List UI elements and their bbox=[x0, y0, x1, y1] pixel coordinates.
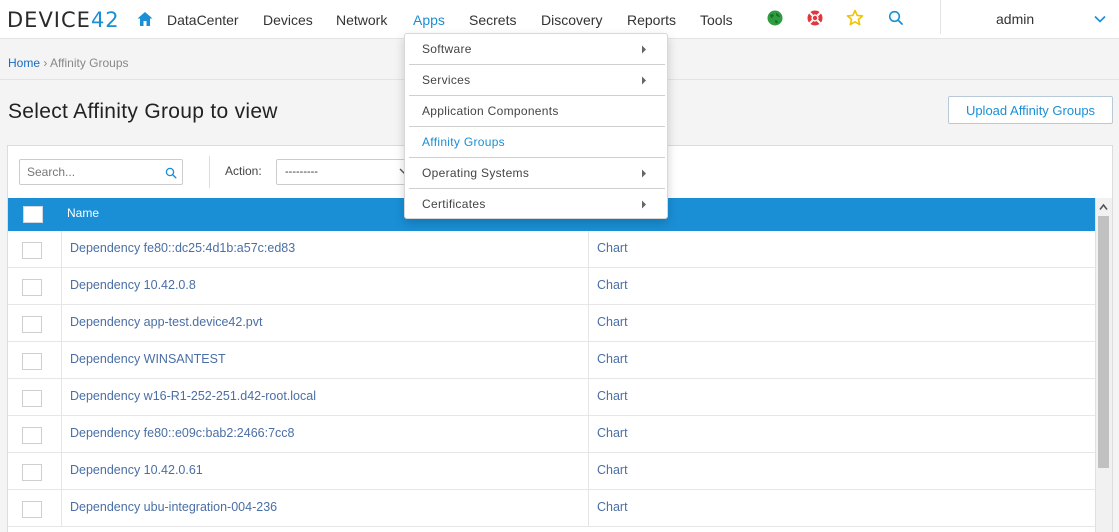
chart-link[interactable]: Chart bbox=[597, 500, 628, 514]
row-checkbox-cell bbox=[8, 379, 62, 416]
row-checkbox[interactable] bbox=[22, 279, 42, 296]
menu-item-operating-systems[interactable]: Operating Systems bbox=[409, 158, 665, 189]
column-divider bbox=[588, 342, 589, 379]
menu-item-label: Certificates bbox=[422, 197, 486, 211]
chart-link[interactable]: Chart bbox=[597, 278, 628, 292]
column-divider bbox=[588, 268, 589, 305]
nav-secrets[interactable]: Secrets bbox=[469, 12, 516, 28]
affinity-group-link[interactable]: Dependency fe80::dc25:4d1b:a57c:ed83 bbox=[70, 241, 295, 255]
nav-network[interactable]: Network bbox=[336, 12, 387, 28]
affinity-group-link[interactable]: Dependency ubu-integration-004-236 bbox=[70, 500, 277, 514]
search-input[interactable] bbox=[20, 160, 160, 184]
column-divider bbox=[588, 379, 589, 416]
row-checkbox[interactable] bbox=[22, 427, 42, 444]
table-row: Dependency 10.42.0.61 Chart bbox=[8, 453, 1095, 490]
submenu-arrow-icon bbox=[642, 200, 646, 209]
column-divider bbox=[588, 231, 589, 268]
search-field[interactable] bbox=[19, 159, 183, 185]
column-divider bbox=[588, 490, 589, 527]
row-checkbox[interactable] bbox=[22, 390, 42, 407]
nav-devices[interactable]: Devices bbox=[263, 12, 313, 28]
nav-discovery[interactable]: Discovery bbox=[541, 12, 602, 28]
breadcrumb-separator: › bbox=[43, 56, 48, 70]
affinity-group-link[interactable]: Dependency w16-R1-252-251.d42-root.local bbox=[70, 389, 316, 403]
column-divider bbox=[588, 305, 589, 342]
row-checkbox-cell bbox=[8, 268, 62, 305]
affinity-group-link[interactable]: Dependency WINSANTEST bbox=[70, 352, 226, 366]
table-row: Dependency w16-R1-252-251.d42-root.local… bbox=[8, 379, 1095, 416]
affinity-group-link[interactable]: Dependency 10.42.0.61 bbox=[70, 463, 203, 477]
globe-icon[interactable] bbox=[766, 9, 784, 27]
affinity-group-link[interactable]: Dependency 10.42.0.8 bbox=[70, 278, 196, 292]
scroll-up-arrow-icon[interactable] bbox=[1099, 203, 1108, 211]
row-checkbox-cell bbox=[8, 416, 62, 453]
affinity-group-link[interactable]: Dependency app-test.device42.pvt bbox=[70, 315, 263, 329]
action-label: Action: bbox=[225, 164, 262, 178]
menu-item-affinity-groups[interactable]: Affinity Groups bbox=[409, 127, 665, 158]
menu-item-label: Affinity Groups bbox=[422, 135, 505, 149]
select-all-checkbox[interactable] bbox=[23, 206, 43, 223]
table-row: Dependency fe80::e09c:bab2:2466:7cc8 Cha… bbox=[8, 416, 1095, 453]
nav-datacenter[interactable]: DataCenter bbox=[167, 12, 239, 28]
menu-item-label: Services bbox=[422, 73, 471, 87]
upload-affinity-groups-button[interactable]: Upload Affinity Groups bbox=[948, 96, 1113, 124]
affinity-group-link[interactable]: Dependency fe80::e09c:bab2:2466:7cc8 bbox=[70, 426, 294, 440]
table-row: Dependency app-test.device42.pvt Chart bbox=[8, 305, 1095, 342]
submenu-arrow-icon bbox=[642, 169, 646, 178]
row-checkbox[interactable] bbox=[22, 242, 42, 259]
submenu-arrow-icon bbox=[642, 76, 646, 85]
row-checkbox[interactable] bbox=[22, 353, 42, 370]
submenu-arrow-icon bbox=[642, 45, 646, 54]
toolbar-divider bbox=[209, 156, 210, 188]
chart-link[interactable]: Chart bbox=[597, 315, 628, 329]
lifebuoy-icon[interactable] bbox=[806, 9, 824, 27]
menu-item-application-components[interactable]: Application Components bbox=[409, 96, 665, 127]
row-checkbox-cell bbox=[8, 490, 62, 527]
table-row: Dependency 10.42.0.8 Chart bbox=[8, 268, 1095, 305]
scrollbar-thumb[interactable] bbox=[1098, 216, 1109, 468]
nav-tools[interactable]: Tools bbox=[700, 12, 733, 28]
user-menu[interactable]: admin bbox=[996, 11, 1034, 27]
nav-apps[interactable]: Apps bbox=[413, 12, 445, 28]
nav-reports[interactable]: Reports bbox=[627, 12, 676, 28]
home-icon[interactable] bbox=[136, 10, 154, 28]
breadcrumb-home[interactable]: Home bbox=[8, 56, 40, 70]
table-row: Dependency fe80::dc25:4d1b:a57c:ed83 Cha… bbox=[8, 231, 1095, 268]
menu-item-label: Application Components bbox=[422, 104, 559, 118]
breadcrumb: Home › Affinity Groups bbox=[8, 56, 129, 70]
menu-item-software[interactable]: Software bbox=[409, 34, 665, 65]
page-title: Select Affinity Group to view bbox=[8, 100, 278, 123]
column-divider bbox=[588, 453, 589, 490]
action-select[interactable]: --------- bbox=[276, 159, 412, 185]
breadcrumb-current: Affinity Groups bbox=[50, 56, 129, 70]
row-checkbox[interactable] bbox=[22, 464, 42, 481]
table-row: Dependency ubu-integration-004-236 Chart bbox=[8, 490, 1095, 527]
row-checkbox-cell bbox=[8, 342, 62, 379]
search-icon[interactable] bbox=[165, 167, 177, 179]
row-checkbox[interactable] bbox=[22, 316, 42, 333]
menu-item-services[interactable]: Services bbox=[409, 65, 665, 96]
menu-item-label: Software bbox=[422, 42, 472, 56]
column-divider bbox=[588, 416, 589, 453]
row-checkbox-cell bbox=[8, 231, 62, 268]
apps-dropdown-menu: Software Services Application Components… bbox=[404, 33, 668, 219]
chart-link[interactable]: Chart bbox=[597, 426, 628, 440]
table-row: Dependency WINSANTEST Chart bbox=[8, 342, 1095, 379]
column-header-name[interactable]: Name bbox=[67, 206, 99, 220]
chart-link[interactable]: Chart bbox=[597, 389, 628, 403]
star-icon[interactable] bbox=[846, 9, 864, 27]
chevron-down-icon[interactable] bbox=[1093, 12, 1107, 26]
row-checkbox-cell bbox=[8, 305, 62, 342]
menu-item-label: Operating Systems bbox=[422, 166, 530, 180]
chart-link[interactable]: Chart bbox=[597, 352, 628, 366]
chart-link[interactable]: Chart bbox=[597, 241, 628, 255]
menu-item-certificates[interactable]: Certificates bbox=[409, 189, 665, 220]
chart-link[interactable]: Chart bbox=[597, 463, 628, 477]
device42-logo[interactable]: DEVICE42 bbox=[7, 8, 120, 32]
row-checkbox[interactable] bbox=[22, 501, 42, 518]
search-icon[interactable] bbox=[887, 9, 905, 27]
nav-divider bbox=[940, 0, 941, 34]
row-checkbox-cell bbox=[8, 453, 62, 490]
